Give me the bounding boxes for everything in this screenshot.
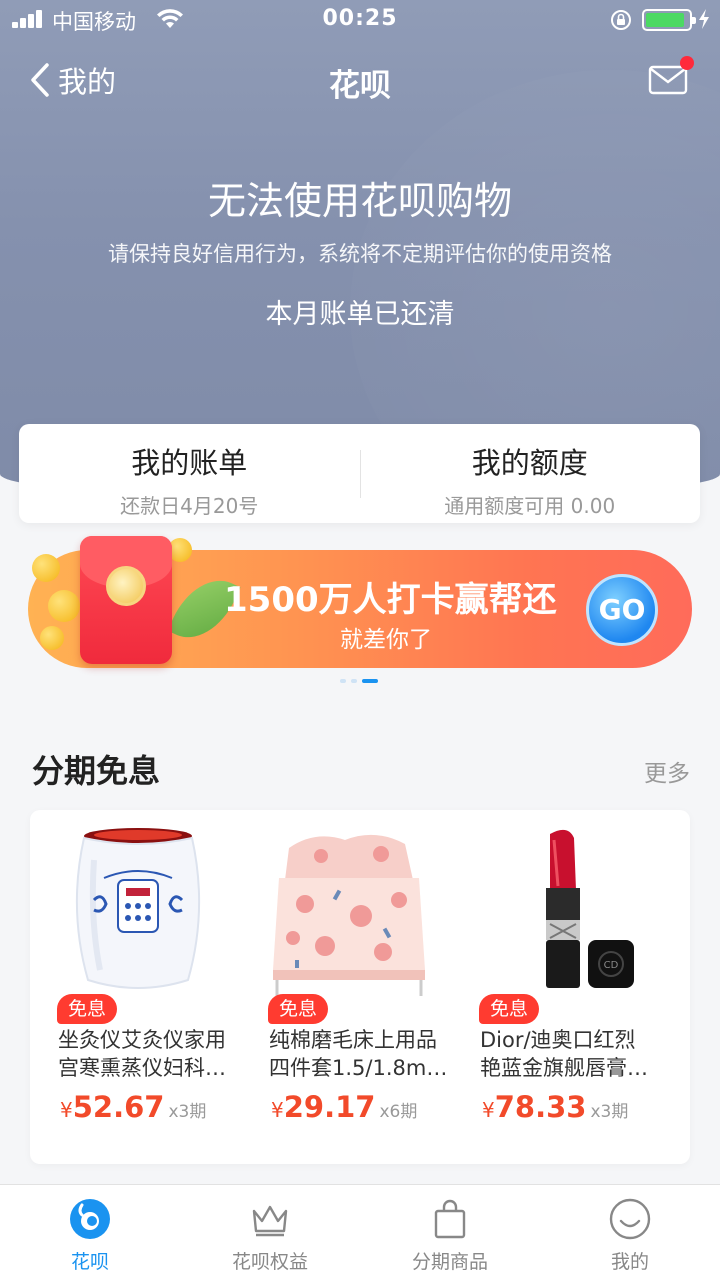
tab-label: 我的 bbox=[610, 1251, 649, 1273]
available-quota: 通用额度可用 0.00 bbox=[444, 494, 616, 518]
tab-mine[interactable]: 我的 bbox=[540, 1185, 720, 1280]
shopping-bag-icon bbox=[434, 1199, 466, 1239]
more-link[interactable]: 更多 bbox=[644, 754, 690, 788]
product-name: 坐灸仪艾灸仪家用 宫寒熏蒸仪妇科… bbox=[58, 1028, 226, 1080]
lipstick-image: CD bbox=[546, 829, 634, 988]
tab-label: 花呗 bbox=[70, 1251, 109, 1273]
coin-decoration bbox=[48, 590, 80, 622]
product-price: ¥78.33 x3期 bbox=[482, 1090, 629, 1124]
bill-status: 本月账单已还清 bbox=[265, 299, 455, 330]
interest-free-tag: 免息 bbox=[479, 994, 539, 1024]
rotation-lock-icon bbox=[611, 10, 631, 30]
product-list: 免息 坐灸仪艾灸仪家用 宫寒熏蒸仪妇科… ¥52.67 x3期 免息 纯棉磨毛床… bbox=[30, 810, 690, 1164]
bedding-set-image bbox=[273, 834, 425, 996]
card-divider bbox=[360, 450, 361, 498]
my-bill-title: 我的账单 bbox=[131, 446, 248, 480]
promo-banner[interactable]: 1500万人打卡赢帮还 就差你了 GO bbox=[28, 536, 692, 668]
my-bill-button[interactable]: 我的账单 还款日4月20号 bbox=[19, 424, 360, 523]
tab-installment-goods[interactable]: 分期商品 bbox=[360, 1185, 540, 1280]
product-card[interactable]: 免息 坐灸仪艾灸仪家用 宫寒熏蒸仪妇科… ¥52.67 x3期 bbox=[30, 810, 241, 1164]
banner-title: 1500万人打卡赢帮还 bbox=[224, 580, 557, 620]
product-card[interactable]: 免息 纯棉磨毛床上用品 四件套1.5/1.8m… ¥29.17 x6期 bbox=[241, 810, 452, 1164]
tab-bar: 花呗 花呗权益 分期商品 我的 bbox=[0, 1184, 720, 1280]
charging-icon bbox=[699, 9, 709, 29]
banner-subtitle: 就差你了 bbox=[340, 627, 432, 653]
carousel-indicator bbox=[340, 679, 383, 683]
moxibustion-device-image bbox=[75, 828, 201, 989]
mail-icon bbox=[648, 65, 688, 95]
message-button[interactable] bbox=[648, 56, 694, 96]
red-envelope-icon bbox=[80, 536, 172, 664]
huabei-icon bbox=[70, 1199, 110, 1239]
account-card: 我的账单 还款日4月20号 我的额度 通用额度可用 0.00 bbox=[19, 424, 700, 523]
carousel-dot bbox=[351, 679, 357, 683]
coin-decoration bbox=[32, 554, 60, 582]
product-price: ¥52.67 x3期 bbox=[60, 1090, 207, 1124]
carousel-dot bbox=[340, 679, 346, 683]
smiley-icon bbox=[609, 1198, 651, 1240]
tab-label: 花呗权益 bbox=[231, 1251, 308, 1273]
status-headline: 无法使用花呗购物 bbox=[207, 179, 512, 223]
tab-huabei[interactable]: 花呗 bbox=[0, 1185, 180, 1280]
coin-decoration bbox=[40, 626, 64, 650]
interest-free-tag: 免息 bbox=[268, 994, 328, 1024]
product-card[interactable]: CD 免息 Dior/迪奥口红烈 艳蓝金旗舰唇膏… ¥78.33 x3期 bbox=[452, 810, 663, 1164]
nav-bar: 我的 花呗 bbox=[0, 50, 720, 110]
tab-huabei-benefits[interactable]: 花呗权益 bbox=[180, 1185, 360, 1280]
repayment-date: 还款日4月20号 bbox=[120, 494, 259, 518]
battery-icon bbox=[642, 9, 696, 31]
svg-text:CD: CD bbox=[604, 960, 619, 971]
my-quota-button[interactable]: 我的额度 通用额度可用 0.00 bbox=[360, 424, 701, 523]
product-price: ¥29.17 x6期 bbox=[271, 1090, 418, 1124]
tab-label: 分期商品 bbox=[411, 1251, 488, 1273]
status-bar: 中国移动 00:25 bbox=[0, 0, 720, 40]
product-name: 纯棉磨毛床上用品 四件套1.5/1.8m… bbox=[269, 1028, 448, 1080]
carousel-dot-active bbox=[362, 679, 378, 683]
product-name: Dior/迪奥口红烈 艳蓝金旗舰唇膏… bbox=[480, 1028, 648, 1080]
my-quota-title: 我的额度 bbox=[471, 446, 588, 480]
go-button[interactable]: GO bbox=[586, 574, 658, 646]
section-title: 分期免息 bbox=[32, 752, 161, 790]
interest-free-tag: 免息 bbox=[57, 994, 117, 1024]
status-subline: 请保持良好信用行为，系统将不定期评估你的使用资格 bbox=[108, 242, 612, 266]
crown-icon bbox=[252, 1205, 288, 1237]
notification-dot bbox=[680, 56, 694, 70]
page-title: 花呗 bbox=[329, 68, 391, 104]
